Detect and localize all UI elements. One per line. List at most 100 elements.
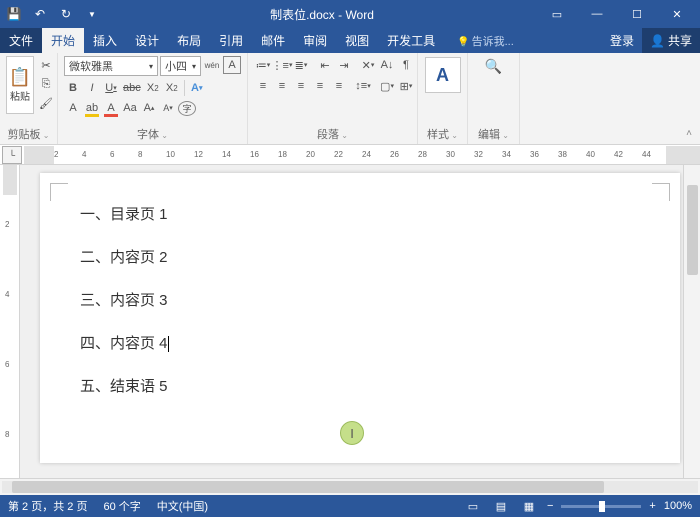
strikethrough-button[interactable]: abc <box>121 79 143 97</box>
pinyin-guide-button[interactable]: wén <box>203 56 221 74</box>
font-name-select[interactable]: 微软雅黑▾ <box>64 56 158 76</box>
vertical-ruler[interactable]: 2468 <box>0 165 20 478</box>
sort-button[interactable]: A↓ <box>378 56 396 74</box>
multilevel-list-button[interactable]: ≣▾ <box>292 56 310 74</box>
grow-font-button[interactable]: A▴ <box>140 99 158 117</box>
tab-review[interactable]: 审阅 <box>294 28 336 53</box>
align-justify-button[interactable]: ≡ <box>311 77 329 95</box>
save-icon[interactable]: 💾 <box>6 6 22 22</box>
align-center-button[interactable]: ≡ <box>273 77 291 95</box>
clipboard-label[interactable]: 剪贴板 <box>6 124 51 142</box>
ruler-mark: 36 <box>530 150 539 159</box>
undo-icon[interactable]: ↶ <box>32 6 48 22</box>
read-mode-icon[interactable]: ▭ <box>463 498 483 514</box>
word-count[interactable]: 60 个字 <box>103 498 140 514</box>
paste-button[interactable]: 📋 粘贴 <box>6 56 34 114</box>
tab-selector-button[interactable]: └ <box>2 146 22 164</box>
tab-references[interactable]: 引用 <box>210 28 252 53</box>
bullets-button[interactable]: ≔▾ <box>254 56 272 74</box>
ruler-mark: 6 <box>110 150 114 159</box>
bold-button[interactable]: B <box>64 79 82 97</box>
tab-file[interactable]: 文件 <box>0 28 42 53</box>
hscroll-track[interactable] <box>2 481 698 493</box>
styles-label[interactable]: 样式 <box>427 124 458 142</box>
document-line[interactable]: 二、内容页 2 <box>80 246 640 267</box>
maximize-icon[interactable]: ☐ <box>618 2 656 26</box>
change-case-button[interactable]: Aa <box>121 99 139 117</box>
document-line[interactable]: 五、结束语 5 <box>80 375 640 396</box>
hscroll-thumb[interactable] <box>12 481 604 493</box>
customize-qat-icon[interactable]: ▼ <box>84 6 100 22</box>
redo-icon[interactable]: ↻ <box>58 6 74 22</box>
document-line[interactable]: 四、内容页 4 <box>80 332 640 353</box>
superscript-button[interactable]: X2 <box>163 79 181 97</box>
numbering-button[interactable]: ⋮≡▾ <box>273 56 291 74</box>
tab-insert[interactable]: 插入 <box>84 28 126 53</box>
borders-button[interactable]: ⊞▾ <box>397 77 415 95</box>
align-right-button[interactable]: ≡ <box>292 77 310 95</box>
align-left-button[interactable]: ≡ <box>254 77 272 95</box>
highlight-button[interactable]: ab <box>83 99 101 117</box>
login-button[interactable]: 登录 <box>602 28 642 53</box>
find-button[interactable]: 🔍 <box>483 57 504 75</box>
tell-me-search[interactable]: 告诉我... <box>448 29 523 53</box>
document-line[interactable]: 三、内容页 3 <box>80 289 640 310</box>
group-styles: A 样式 <box>418 53 468 144</box>
ruler-mark: 18 <box>278 150 287 159</box>
font-size-select[interactable]: 小四▾ <box>160 56 201 76</box>
line-spacing-button[interactable]: ↕≡▾ <box>354 77 372 95</box>
paper[interactable]: 一、目录页 1 二、内容页 2 三、内容页 3 四、内容页 4 五、结束语 5 <box>40 173 680 463</box>
page-indicator[interactable]: 第 2 页，共 2 页 <box>8 498 87 514</box>
text-effects-button[interactable]: A▾ <box>188 79 206 97</box>
document-line[interactable]: 一、目录页 1 <box>80 203 640 224</box>
font-color-button[interactable]: A <box>102 99 120 117</box>
paragraph-label[interactable]: 段落 <box>254 124 411 142</box>
tab-layout[interactable]: 布局 <box>168 28 210 53</box>
web-layout-icon[interactable]: ▦ <box>519 498 539 514</box>
enclosed-char-button[interactable]: 字 <box>178 101 196 116</box>
tab-home[interactable]: 开始 <box>42 28 84 53</box>
format-painter-button[interactable]: 🖌 <box>36 94 56 112</box>
tab-view[interactable]: 视图 <box>336 28 378 53</box>
horizontal-scrollbar[interactable] <box>0 478 700 495</box>
zoom-in-button[interactable]: + <box>649 500 655 512</box>
clear-format-button[interactable]: A <box>64 99 82 117</box>
horizontal-ruler[interactable]: 2468101214161820222426283032343638404244 <box>24 146 700 164</box>
font-label[interactable]: 字体 <box>64 124 241 142</box>
tab-mailings[interactable]: 邮件 <box>252 28 294 53</box>
editing-label[interactable]: 编辑 <box>478 124 509 142</box>
collapse-ribbon-icon[interactable]: ˄ <box>680 128 698 142</box>
asian-layout-button[interactable]: ✕▾ <box>359 56 377 74</box>
ruler-mark: 12 <box>194 150 203 159</box>
margin-corner-tl <box>50 183 68 201</box>
align-distributed-button[interactable]: ≡ <box>330 77 348 95</box>
print-layout-icon[interactable]: ▤ <box>491 498 511 514</box>
styles-gallery-button[interactable]: A <box>425 57 461 93</box>
ruler-mark: 38 <box>558 150 567 159</box>
copy-button[interactable]: ⎘ <box>36 75 56 93</box>
zoom-level[interactable]: 100% <box>664 500 692 512</box>
increase-indent-button[interactable]: ⇥ <box>335 56 353 74</box>
cut-button[interactable]: ✂ <box>36 56 56 74</box>
char-border-button[interactable]: A <box>223 56 241 74</box>
shrink-font-button[interactable]: A▾ <box>159 99 177 117</box>
share-button[interactable]: 👤共享 <box>642 28 700 53</box>
shading-button[interactable]: ▢▾ <box>378 77 396 95</box>
status-bar: 第 2 页，共 2 页 60 个字 中文(中国) ▭ ▤ ▦ − + 100% <box>0 495 700 517</box>
zoom-out-button[interactable]: − <box>547 500 553 512</box>
minimize-icon[interactable]: — <box>578 2 616 26</box>
show-marks-button[interactable]: ¶ <box>397 56 415 74</box>
vertical-scrollbar[interactable] <box>683 165 700 478</box>
tab-design[interactable]: 设计 <box>126 28 168 53</box>
tab-developer[interactable]: 开发工具 <box>378 28 444 53</box>
italic-button[interactable]: I <box>83 79 101 97</box>
close-icon[interactable]: ✕ <box>658 2 696 26</box>
language-indicator[interactable]: 中文(中国) <box>157 498 208 514</box>
subscript-button[interactable]: X2 <box>144 79 162 97</box>
ruler-mark: 24 <box>362 150 371 159</box>
zoom-slider[interactable] <box>561 505 641 508</box>
underline-button[interactable]: U▾ <box>102 79 120 97</box>
ruler-mark: 26 <box>390 150 399 159</box>
decrease-indent-button[interactable]: ⇤ <box>316 56 334 74</box>
ribbon-options-icon[interactable]: ▭ <box>538 2 576 26</box>
